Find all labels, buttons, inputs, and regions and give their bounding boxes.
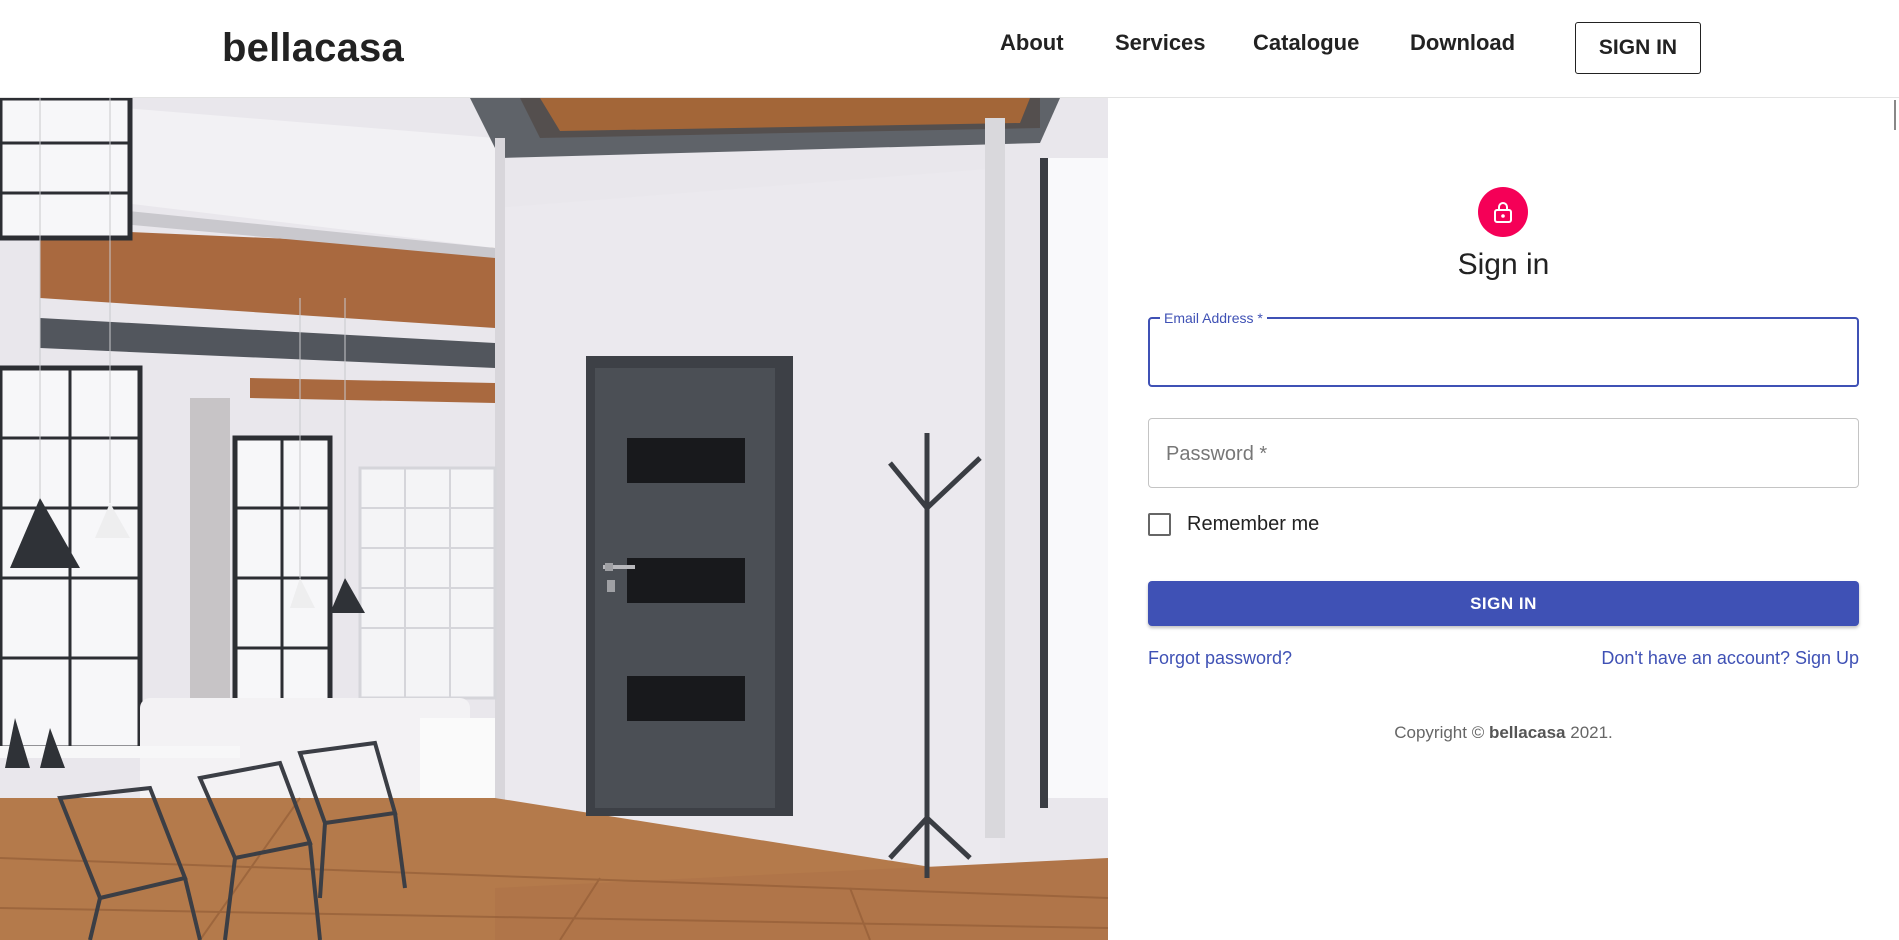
- nav-about[interactable]: About: [1000, 30, 1064, 56]
- scrollbar-thumb[interactable]: [1894, 100, 1896, 130]
- nav-services[interactable]: Services: [1115, 30, 1206, 56]
- hero-interior-image: [0, 98, 1108, 940]
- header-sign-in-button[interactable]: SIGN IN: [1575, 22, 1701, 74]
- lock-avatar: [1478, 187, 1528, 237]
- sign-in-title: Sign in: [1457, 248, 1550, 281]
- remember-me-row[interactable]: Remember me: [1148, 513, 1319, 536]
- copyright-prefix: Copyright ©: [1394, 723, 1489, 742]
- lock-icon: [1494, 202, 1512, 223]
- remember-me-label[interactable]: Remember me: [1187, 513, 1319, 536]
- top-navigation-bar: bellacasa About Services Catalogue Downl…: [0, 0, 1899, 98]
- email-field[interactable]: Email Address *: [1148, 310, 1859, 387]
- remember-me-checkbox[interactable]: [1148, 513, 1171, 536]
- sign-in-submit-button[interactable]: SIGN IN: [1148, 581, 1859, 626]
- copyright-brand: bellacasa: [1488, 723, 1566, 742]
- forgot-password-link[interactable]: Forgot password?: [1148, 648, 1292, 669]
- email-input[interactable]: [1150, 319, 1857, 385]
- copyright-text: Copyright © bellacasa 2021.: [1108, 723, 1899, 743]
- sign-up-link[interactable]: Don't have an account? Sign Up: [1601, 648, 1859, 669]
- interior-illustration: [0, 98, 1108, 940]
- nav-download[interactable]: Download: [1410, 30, 1515, 56]
- password-field[interactable]: Password *: [1148, 418, 1859, 488]
- brand-logo[interactable]: bellacasa: [222, 26, 404, 71]
- password-input[interactable]: [1149, 419, 1858, 487]
- copyright-suffix: 2021.: [1565, 723, 1613, 742]
- nav-catalogue[interactable]: Catalogue: [1253, 30, 1359, 56]
